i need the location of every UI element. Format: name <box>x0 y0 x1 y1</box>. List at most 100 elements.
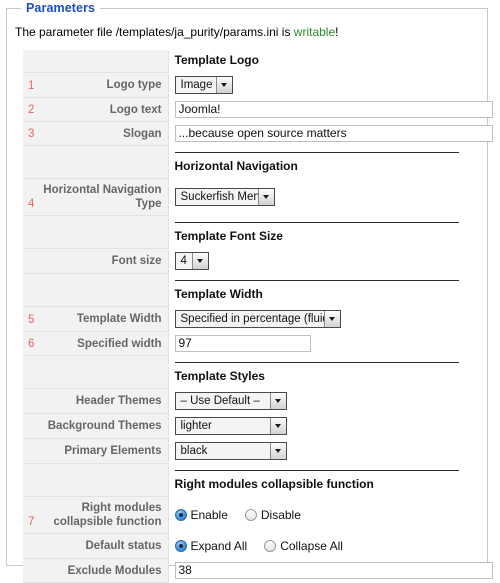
radio-selected-icon[interactable] <box>174 509 187 521</box>
background-themes-select-value: lighter <box>180 420 212 432</box>
exclude-modules-input[interactable] <box>174 562 493 579</box>
radio-label: Enable <box>190 508 228 522</box>
panel-legend: Parameters <box>21 1 101 15</box>
logo-text-input[interactable] <box>174 101 493 118</box>
specified-width-input[interactable] <box>174 335 311 352</box>
chevron-down-icon <box>191 253 208 269</box>
primary-elements-select[interactable]: black <box>174 442 287 460</box>
row-label-specified-width: 6 Specified width <box>23 331 169 356</box>
row-value-font-size: 4 <box>168 249 473 274</box>
row-label-text: Slogan <box>123 127 162 140</box>
right-modules-collapsible-option-enable[interactable]: Enable <box>174 508 228 522</box>
section-label-cell-horizontal-nav <box>23 145 169 179</box>
template-width-select[interactable]: Specified in percentage (fluid) <box>174 310 341 328</box>
row-label-text: Background Themes <box>47 420 162 432</box>
row-label-right-modules-collapsible: 7 Right modules collapsible function <box>23 496 169 534</box>
row-label-exclude-modules: Exclude Modules <box>23 558 169 583</box>
horizontal-nav-type-select[interactable]: Suckerfish Menu <box>174 188 275 206</box>
radio-label: Disable <box>260 508 301 522</box>
section-label-cell-right-modules <box>23 463 169 497</box>
section-label-cell-logo <box>23 50 169 73</box>
row-number: 3 <box>28 128 35 140</box>
default-status-radio-group: Expand All Collapse All <box>174 537 474 555</box>
chevron-down-icon <box>269 393 286 409</box>
chevron-down-icon <box>215 77 232 93</box>
section-label-cell-template-styles <box>23 355 169 389</box>
row-label-slogan: 3 Slogan <box>23 121 169 146</box>
row-number: 5 <box>28 314 35 326</box>
radio-unselected-icon[interactable] <box>244 509 257 521</box>
row-number: 6 <box>28 338 35 350</box>
row-label-text: Right modules collapsible function <box>53 502 162 528</box>
radio-selected-icon[interactable] <box>174 540 187 552</box>
section-header-cell-font-size: Template Font Size <box>168 216 473 249</box>
section-label-cell-font-size <box>23 215 169 249</box>
radio-unselected-icon[interactable] <box>264 540 277 552</box>
table-row: 7 Right modules collapsible function Ena… <box>23 496 473 534</box>
table-row: Exclude Modules <box>23 558 493 583</box>
row-label-text: Horizontal Navigation Type <box>43 184 162 210</box>
chevron-down-icon <box>257 189 274 205</box>
row-number: 2 <box>28 104 35 116</box>
row-label-logo-type: 1 Logo type <box>23 72 169 98</box>
row-value-horizontal-nav-type: Suckerfish Menu <box>168 179 473 216</box>
slogan-input[interactable] <box>174 125 493 142</box>
row-label-font-size: Font size <box>23 248 169 274</box>
row-label-text: Header Themes <box>75 395 162 407</box>
table-row: Template Width <box>23 273 473 307</box>
row-value-background-themes: lighter <box>168 414 473 439</box>
table-row: Horizontal Navigation <box>23 145 473 179</box>
table-row: Template Logo <box>23 50 473 73</box>
header-themes-select[interactable]: – Use Default – <box>174 392 287 410</box>
header-themes-select-value: – Use Default – <box>180 395 260 407</box>
row-value-logo-type: Image <box>168 73 473 98</box>
row-label-default-status: Default status <box>23 533 169 559</box>
logo-type-select[interactable]: Image <box>174 76 233 94</box>
horizontal-nav-type-select-value: Suckerfish Menu <box>180 191 258 203</box>
section-header-cell-right-modules: Right modules collapsible function <box>168 464 473 497</box>
font-size-select[interactable]: 4 <box>174 252 209 270</box>
row-label-text: Primary Elements <box>64 445 162 457</box>
row-label-horizontal-nav-type: 4 Horizontal Navigation Type <box>23 178 169 216</box>
chevron-down-icon <box>269 443 286 459</box>
row-label-text: Logo type <box>106 79 162 91</box>
template-width-select-value: Specified in percentage (fluid) <box>180 313 324 325</box>
logo-type-select-value: Image <box>180 79 213 91</box>
section-header-horizontal-navigation: Horizontal Navigation <box>174 152 459 173</box>
row-number: 1 <box>28 80 35 92</box>
table-row: 2 Logo text <box>23 97 493 122</box>
row-label-text: Specified width <box>77 337 162 350</box>
section-header-template-font-size: Template Font Size <box>174 222 459 243</box>
row-number: 7 <box>28 516 35 528</box>
row-label-text: Template Width <box>76 313 162 325</box>
table-row: Default status Expand All Collapse All <box>23 533 474 559</box>
row-label-background-themes: Background Themes <box>23 413 169 439</box>
table-row: Background Themes lighter <box>23 413 473 439</box>
section-header-cell-template-width: Template Width <box>168 274 473 307</box>
row-label-template-width: 5 Template Width <box>23 306 169 332</box>
section-header-template-width: Template Width <box>174 280 459 301</box>
primary-elements-select-value: black <box>180 445 208 457</box>
row-value-specified-width <box>168 332 473 356</box>
parameter-file-status-value: writable <box>293 25 336 39</box>
row-label-text: Exclude Modules <box>67 564 162 577</box>
default-status-option-collapse-all[interactable]: Collapse All <box>264 539 343 553</box>
row-label-header-themes: Header Themes <box>23 388 169 414</box>
row-label-text: Default status <box>85 540 162 552</box>
chevron-down-icon <box>269 418 286 434</box>
row-value-slogan <box>168 122 493 146</box>
table-row: Template Font Size <box>23 215 473 249</box>
table-row: Right modules collapsible function <box>23 463 473 497</box>
row-value-header-themes: – Use Default – <box>168 389 473 414</box>
radio-label: Expand All <box>190 539 248 553</box>
row-value-primary-elements: black <box>168 439 473 464</box>
table-row: 5 Template Width Specified in percentage… <box>23 306 473 332</box>
section-header-cell-horizontal-nav: Horizontal Navigation <box>168 146 473 179</box>
background-themes-select[interactable]: lighter <box>174 417 287 435</box>
section-header-cell-logo: Template Logo <box>168 50 473 73</box>
right-modules-collapsible-option-disable[interactable]: Disable <box>244 508 301 522</box>
section-header-right-modules-collapsible: Right modules collapsible function <box>174 470 459 491</box>
default-status-option-expand-all[interactable]: Expand All <box>174 539 248 553</box>
row-label-text: Font size <box>111 255 162 267</box>
row-number: 4 <box>28 198 35 210</box>
